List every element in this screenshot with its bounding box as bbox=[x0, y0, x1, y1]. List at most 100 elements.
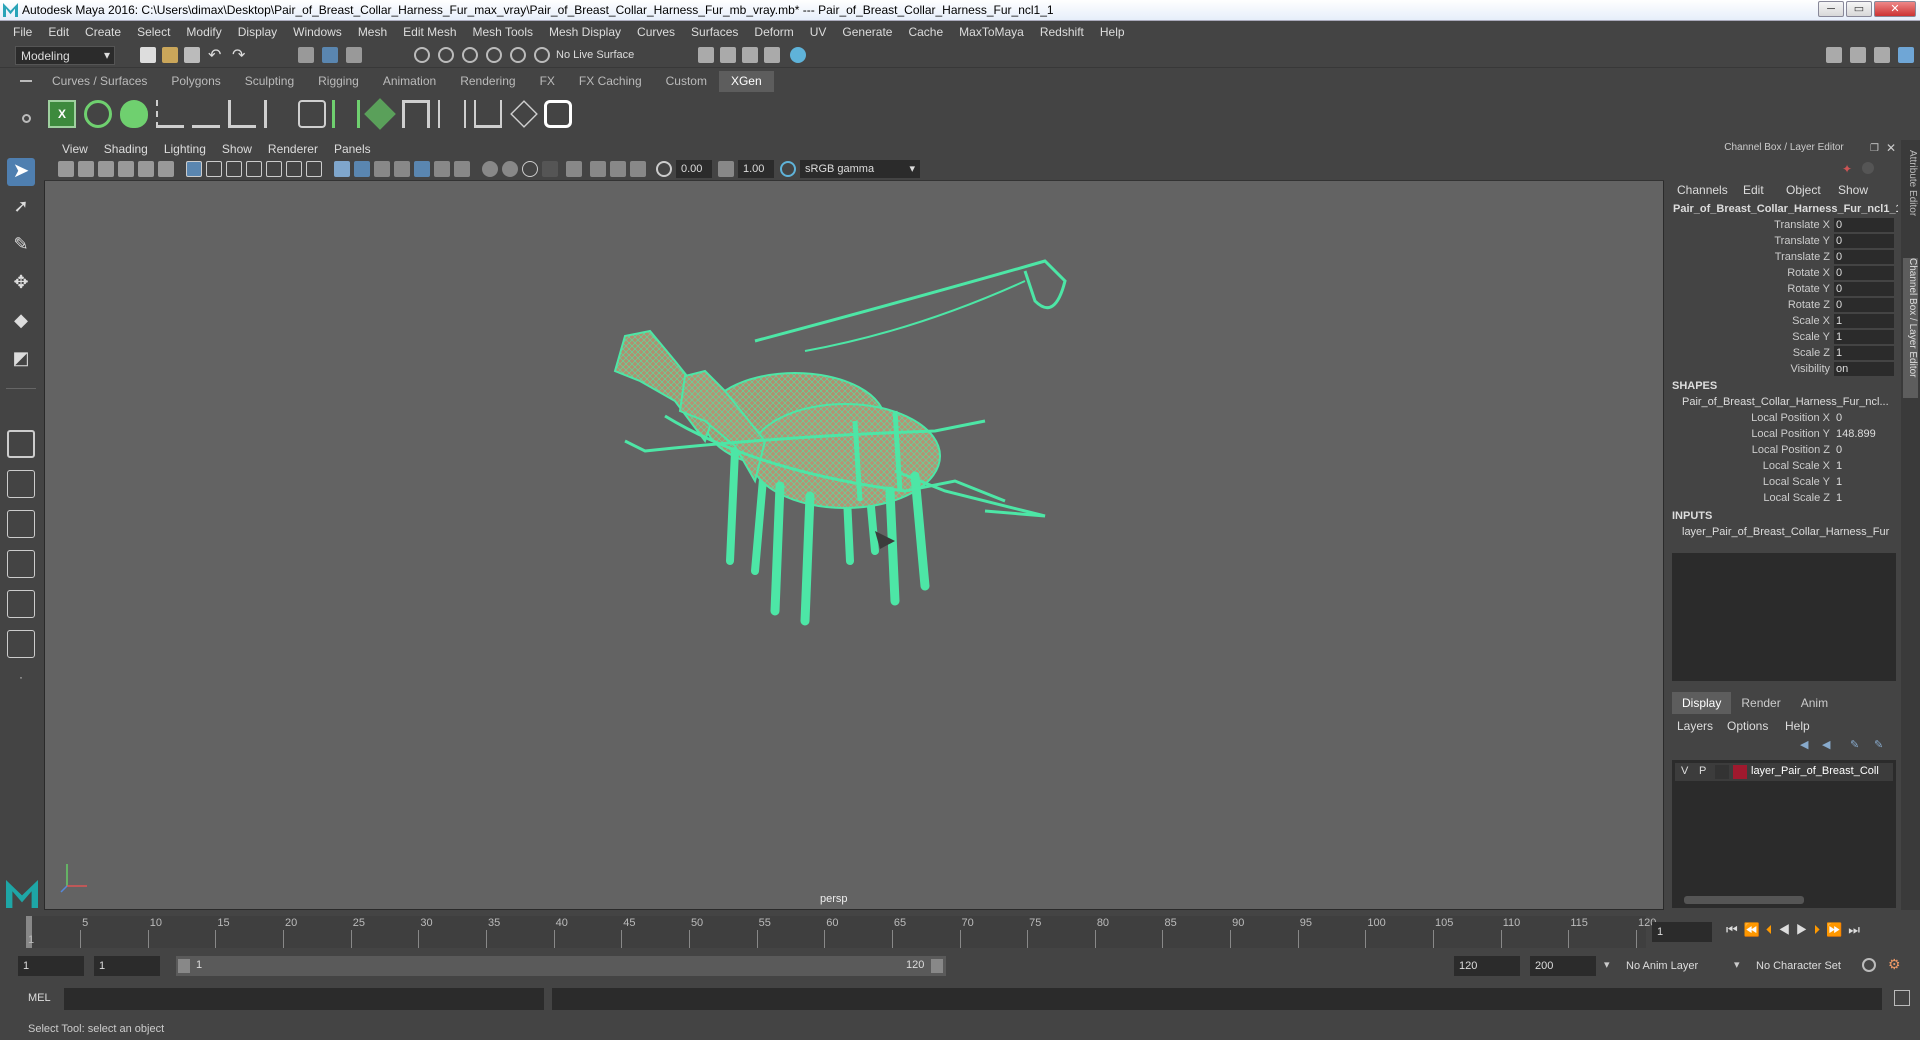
bookmark-icon[interactable] bbox=[98, 161, 114, 177]
visibility-field[interactable]: on bbox=[1834, 362, 1894, 376]
local-scale-z-value[interactable]: 1 bbox=[1836, 492, 1842, 504]
xgen-preview-icon[interactable] bbox=[84, 100, 112, 128]
persp-graph-layout-icon[interactable] bbox=[7, 550, 35, 578]
ipr-render-icon[interactable] bbox=[742, 47, 758, 63]
local-position-y-value[interactable]: 148.899 bbox=[1836, 428, 1876, 440]
horse-harness-wireframe[interactable] bbox=[605, 241, 1145, 641]
minimize-button[interactable]: ─ bbox=[1818, 1, 1844, 17]
scale-y-field[interactable]: 1 bbox=[1834, 330, 1894, 344]
save-scene-icon[interactable] bbox=[184, 47, 200, 63]
script-editor-icon[interactable] bbox=[1894, 990, 1910, 1006]
shadows-icon[interactable] bbox=[454, 161, 470, 177]
step-forward-key-icon[interactable]: ⏵ bbox=[1814, 922, 1827, 937]
tab-animation[interactable]: Animation bbox=[371, 71, 448, 92]
menu-mesh-display[interactable]: Mesh Display bbox=[541, 25, 629, 39]
play-backward-icon[interactable]: ◀ bbox=[1778, 922, 1796, 937]
menu-edit[interactable]: Edit bbox=[40, 25, 77, 39]
xgen-add-guide-icon[interactable] bbox=[192, 100, 220, 128]
select-component-icon[interactable] bbox=[346, 47, 362, 63]
local-position-x-value[interactable]: 0 bbox=[1836, 412, 1842, 424]
render-current-icon[interactable] bbox=[720, 47, 736, 63]
snap-pivot-icon[interactable] bbox=[534, 47, 550, 63]
xgen-delete-icon[interactable] bbox=[510, 100, 538, 128]
menu-file[interactable]: File bbox=[5, 25, 40, 39]
menu-windows[interactable]: Windows bbox=[285, 25, 350, 39]
step-back-key-icon[interactable]: ⏴ bbox=[1766, 922, 1779, 937]
maya-home-icon[interactable] bbox=[6, 880, 38, 908]
exposure-icon[interactable] bbox=[656, 161, 672, 177]
mode-selector[interactable]: Modeling ▾ bbox=[15, 46, 115, 65]
xgen-comb-icon[interactable] bbox=[438, 100, 466, 128]
tab-polygons[interactable]: Polygons bbox=[159, 71, 232, 92]
uv-editor-layout-icon[interactable] bbox=[7, 630, 35, 658]
cb-menu-channels[interactable]: Channels bbox=[1677, 183, 1728, 197]
play-forward-icon[interactable]: ▶ bbox=[1796, 922, 1814, 937]
rotate-tool-icon[interactable]: ◆ bbox=[7, 310, 35, 338]
vp-menu-renderer[interactable]: Renderer bbox=[260, 140, 326, 158]
move-layer-up-icon[interactable]: ◀ bbox=[1800, 738, 1808, 751]
isolate-select-icon[interactable] bbox=[566, 161, 582, 177]
layer-menu-help[interactable]: Help bbox=[1785, 719, 1810, 733]
cb-menu-edit[interactable]: Edit bbox=[1743, 183, 1764, 197]
xgen-select-guide-icon[interactable] bbox=[264, 100, 292, 128]
vp-menu-shading[interactable]: Shading bbox=[96, 140, 156, 158]
attribute-editor-toggle-icon[interactable] bbox=[1850, 47, 1866, 63]
vp-menu-panels[interactable]: Panels bbox=[326, 140, 379, 158]
safe-action-icon[interactable] bbox=[286, 161, 302, 177]
time-slider[interactable]: 1 5 10 15 20 25 30 35 40 45 50 55 60 65 70 75 80 85 90 95 10… bbox=[0, 914, 1920, 950]
start-time-field[interactable]: 1 bbox=[18, 956, 84, 976]
live-surface-field[interactable]: No Live Surface bbox=[556, 47, 656, 64]
chevron-down-icon[interactable]: ▾ bbox=[1604, 958, 1610, 971]
color-management-icon[interactable] bbox=[780, 161, 796, 177]
depth-of-field-icon[interactable] bbox=[542, 161, 558, 177]
lasso-tool-icon[interactable]: ➚ bbox=[7, 196, 35, 224]
hypershade-icon[interactable] bbox=[790, 47, 806, 63]
vp-menu-lighting[interactable]: Lighting bbox=[156, 140, 214, 158]
menu-uv[interactable]: UV bbox=[802, 25, 835, 39]
screen-space-ao-icon[interactable] bbox=[482, 161, 498, 177]
scale-x-field[interactable]: 1 bbox=[1834, 314, 1894, 328]
motion-blur-icon[interactable] bbox=[502, 161, 518, 177]
menu-create[interactable]: Create bbox=[77, 25, 129, 39]
cb-menu-show[interactable]: Show bbox=[1838, 183, 1868, 197]
grid-icon[interactable] bbox=[186, 161, 202, 177]
move-tool-icon[interactable]: ✥ bbox=[7, 272, 35, 300]
shelf-settings-icon[interactable] bbox=[22, 114, 31, 123]
menu-edit-mesh[interactable]: Edit Mesh bbox=[395, 25, 464, 39]
translate-z-field[interactable]: 0 bbox=[1834, 250, 1894, 264]
animation-preferences-icon[interactable]: ⚙ bbox=[1888, 956, 1901, 973]
gamma-field[interactable]: 1.00 bbox=[738, 160, 774, 178]
single-pane-layout-icon[interactable] bbox=[7, 430, 35, 458]
tab-fx[interactable]: FX bbox=[528, 71, 567, 92]
render-view-icon[interactable] bbox=[698, 47, 714, 63]
layer-list-scrollbar[interactable] bbox=[1684, 896, 1804, 904]
menu-cache[interactable]: Cache bbox=[900, 25, 951, 39]
menu-modify[interactable]: Modify bbox=[178, 25, 229, 39]
snap-surface-icon[interactable] bbox=[510, 47, 526, 63]
move-layer-down-icon[interactable]: ◀ bbox=[1822, 738, 1830, 751]
tab-sculpting[interactable]: Sculpting bbox=[233, 71, 306, 92]
layer-reference-toggle[interactable] bbox=[1715, 765, 1729, 779]
menu-redshift[interactable]: Redshift bbox=[1032, 25, 1092, 39]
new-empty-layer-icon[interactable]: ✎ bbox=[1850, 738, 1859, 751]
xgen-layer-icon[interactable] bbox=[364, 98, 396, 130]
local-scale-x-value[interactable]: 1 bbox=[1836, 460, 1842, 472]
snap-curve-icon[interactable] bbox=[438, 47, 454, 63]
vp-menu-show[interactable]: Show bbox=[214, 140, 260, 158]
range-end-handle[interactable] bbox=[931, 959, 943, 973]
new-layer-selected-icon[interactable]: ✎ bbox=[1874, 738, 1883, 751]
layer-row[interactable]: V P layer_Pair_of_Breast_Coll bbox=[1675, 763, 1893, 781]
translate-y-field[interactable]: 0 bbox=[1834, 234, 1894, 248]
auto-key-icon[interactable] bbox=[1862, 958, 1876, 972]
chevron-down-icon[interactable]: ▾ bbox=[1734, 958, 1740, 971]
command-input[interactable] bbox=[64, 988, 544, 1010]
float-panel-icon[interactable]: ❐ bbox=[1870, 143, 1879, 154]
step-back-icon[interactable]: ⏪ bbox=[1744, 922, 1766, 937]
tab-rigging[interactable]: Rigging bbox=[306, 71, 371, 92]
local-position-z-value[interactable]: 0 bbox=[1836, 444, 1842, 456]
menu-curves[interactable]: Curves bbox=[629, 25, 683, 39]
render-settings-icon[interactable] bbox=[764, 47, 780, 63]
use-all-lights-icon[interactable] bbox=[434, 161, 450, 177]
layer-playback-toggle[interactable]: P bbox=[1699, 765, 1706, 777]
tab-render[interactable]: Render bbox=[1731, 692, 1790, 714]
